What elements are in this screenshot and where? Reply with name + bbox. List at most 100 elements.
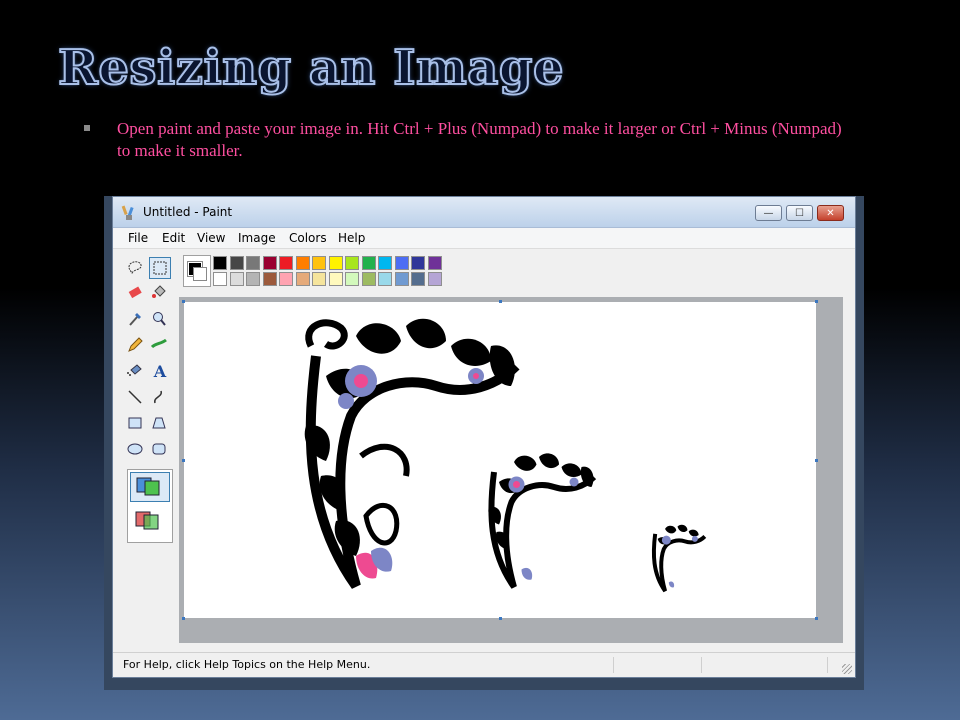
canvas-area[interactable] xyxy=(179,297,843,643)
window-title: Untitled - Paint xyxy=(143,205,233,219)
tool-color-picker[interactable] xyxy=(125,309,147,331)
color-swatch[interactable] xyxy=(262,272,277,286)
menu-help[interactable]: Help xyxy=(338,231,365,245)
tool-select[interactable] xyxy=(149,257,171,279)
resize-handle[interactable] xyxy=(499,300,502,303)
eraser-icon xyxy=(128,286,142,299)
status-divider xyxy=(701,657,702,673)
text-icon: A xyxy=(153,362,167,381)
color-swatch[interactable] xyxy=(345,272,359,286)
resize-handle[interactable] xyxy=(182,300,185,303)
tool-curve[interactable] xyxy=(149,387,171,409)
bullet-text: Open paint and paste your image in. Hit … xyxy=(117,119,842,160)
resize-handle[interactable] xyxy=(499,617,502,620)
rectangle-icon xyxy=(128,417,142,429)
color-swatch[interactable] xyxy=(427,256,442,270)
paint-window: Untitled - Paint — ☐ ✕ File Edit View Im… xyxy=(112,196,856,678)
curve-icon xyxy=(154,390,162,404)
color-swatch[interactable] xyxy=(345,256,359,270)
tool-fill[interactable] xyxy=(149,283,171,305)
tool-airbrush[interactable] xyxy=(125,361,147,383)
bullet-item: Open paint and paste your image in. Hit … xyxy=(84,118,844,162)
color-swatch[interactable] xyxy=(295,272,310,286)
tool-polygon[interactable] xyxy=(149,413,171,435)
status-divider xyxy=(827,657,828,673)
ornament-medium xyxy=(488,453,597,589)
paint-app-icon xyxy=(121,205,134,220)
color-swatch[interactable] xyxy=(279,256,293,270)
color-swatch[interactable] xyxy=(328,256,343,270)
color-swatch[interactable] xyxy=(427,272,442,286)
status-text: For Help, click Help Topics on the Help … xyxy=(123,658,371,671)
color-swatch[interactable] xyxy=(378,272,392,286)
ellipse-icon xyxy=(127,443,143,455)
status-divider xyxy=(613,657,614,673)
close-button[interactable]: ✕ xyxy=(817,205,844,221)
background-color[interactable] xyxy=(193,267,207,281)
color-swatch[interactable] xyxy=(262,256,277,270)
menu-file[interactable]: File xyxy=(128,231,148,245)
resize-handle[interactable] xyxy=(182,617,185,620)
transparent-selection-icon xyxy=(135,511,159,530)
resize-handle[interactable] xyxy=(815,617,818,620)
color-swatch[interactable] xyxy=(213,256,227,270)
tool-rounded-rectangle[interactable] xyxy=(149,439,171,461)
fill-bucket-icon xyxy=(152,285,166,298)
color-swatch[interactable] xyxy=(229,256,244,270)
color-swatch[interactable] xyxy=(312,256,326,270)
tool-pencil[interactable] xyxy=(125,335,147,357)
menu-edit[interactable]: Edit xyxy=(162,231,185,245)
color-swatch[interactable] xyxy=(411,272,425,286)
color-swatch[interactable] xyxy=(295,256,310,270)
resize-handle[interactable] xyxy=(182,459,185,462)
status-bar: For Help, click Help Topics on the Help … xyxy=(113,652,855,677)
menu-colors[interactable]: Colors xyxy=(289,231,327,245)
color-swatch[interactable] xyxy=(378,256,392,270)
pencil-icon xyxy=(128,337,143,352)
tool-text[interactable]: A xyxy=(149,361,171,383)
tool-brush[interactable] xyxy=(149,335,171,357)
maximize-button[interactable]: ☐ xyxy=(786,205,813,221)
opaque-selection-icon xyxy=(136,477,160,496)
select-icon xyxy=(153,261,167,275)
option-transparent[interactable] xyxy=(130,506,168,536)
tool-rectangle[interactable] xyxy=(125,413,147,435)
color-swatch[interactable] xyxy=(394,256,409,270)
color-swatch[interactable] xyxy=(328,272,343,286)
color-swatch[interactable] xyxy=(279,272,293,286)
color-swatch[interactable] xyxy=(394,272,409,286)
line-icon xyxy=(128,390,142,404)
resize-grip[interactable] xyxy=(842,664,852,674)
resize-handle[interactable] xyxy=(815,459,818,462)
ornament-small xyxy=(651,524,707,593)
brush-icon xyxy=(150,338,167,349)
tool-ellipse[interactable] xyxy=(125,439,147,461)
drawing-canvas[interactable] xyxy=(184,302,816,618)
color-swatch[interactable] xyxy=(246,272,260,286)
tool-free-form-select[interactable] xyxy=(125,257,147,279)
tool-eraser[interactable] xyxy=(125,283,147,305)
color-swatch[interactable] xyxy=(312,272,326,286)
rounded-rectangle-icon xyxy=(152,443,166,455)
bullet-marker xyxy=(84,125,90,131)
free-form-select-icon xyxy=(128,261,142,274)
tool-options-box xyxy=(127,469,173,543)
color-swatch[interactable] xyxy=(213,272,227,286)
menu-image[interactable]: Image xyxy=(238,231,276,245)
color-swatch[interactable] xyxy=(361,256,376,270)
polygon-icon xyxy=(152,417,166,429)
color-swatch[interactable] xyxy=(246,256,260,270)
resize-handle[interactable] xyxy=(815,300,818,303)
color-swatch[interactable] xyxy=(229,272,244,286)
tool-magnifier[interactable] xyxy=(149,309,171,331)
color-swatch[interactable] xyxy=(411,256,425,270)
color-picker-icon xyxy=(129,313,141,326)
title-bar[interactable]: Untitled - Paint — ☐ ✕ xyxy=(113,197,855,228)
tool-line[interactable] xyxy=(125,387,147,409)
minimize-button[interactable]: — xyxy=(755,205,782,221)
color-swatch[interactable] xyxy=(361,272,376,286)
current-colors[interactable] xyxy=(183,255,211,287)
menu-view[interactable]: View xyxy=(197,231,225,245)
option-opaque[interactable] xyxy=(130,472,170,502)
menu-bar: File Edit View Image Colors Help xyxy=(113,228,855,249)
